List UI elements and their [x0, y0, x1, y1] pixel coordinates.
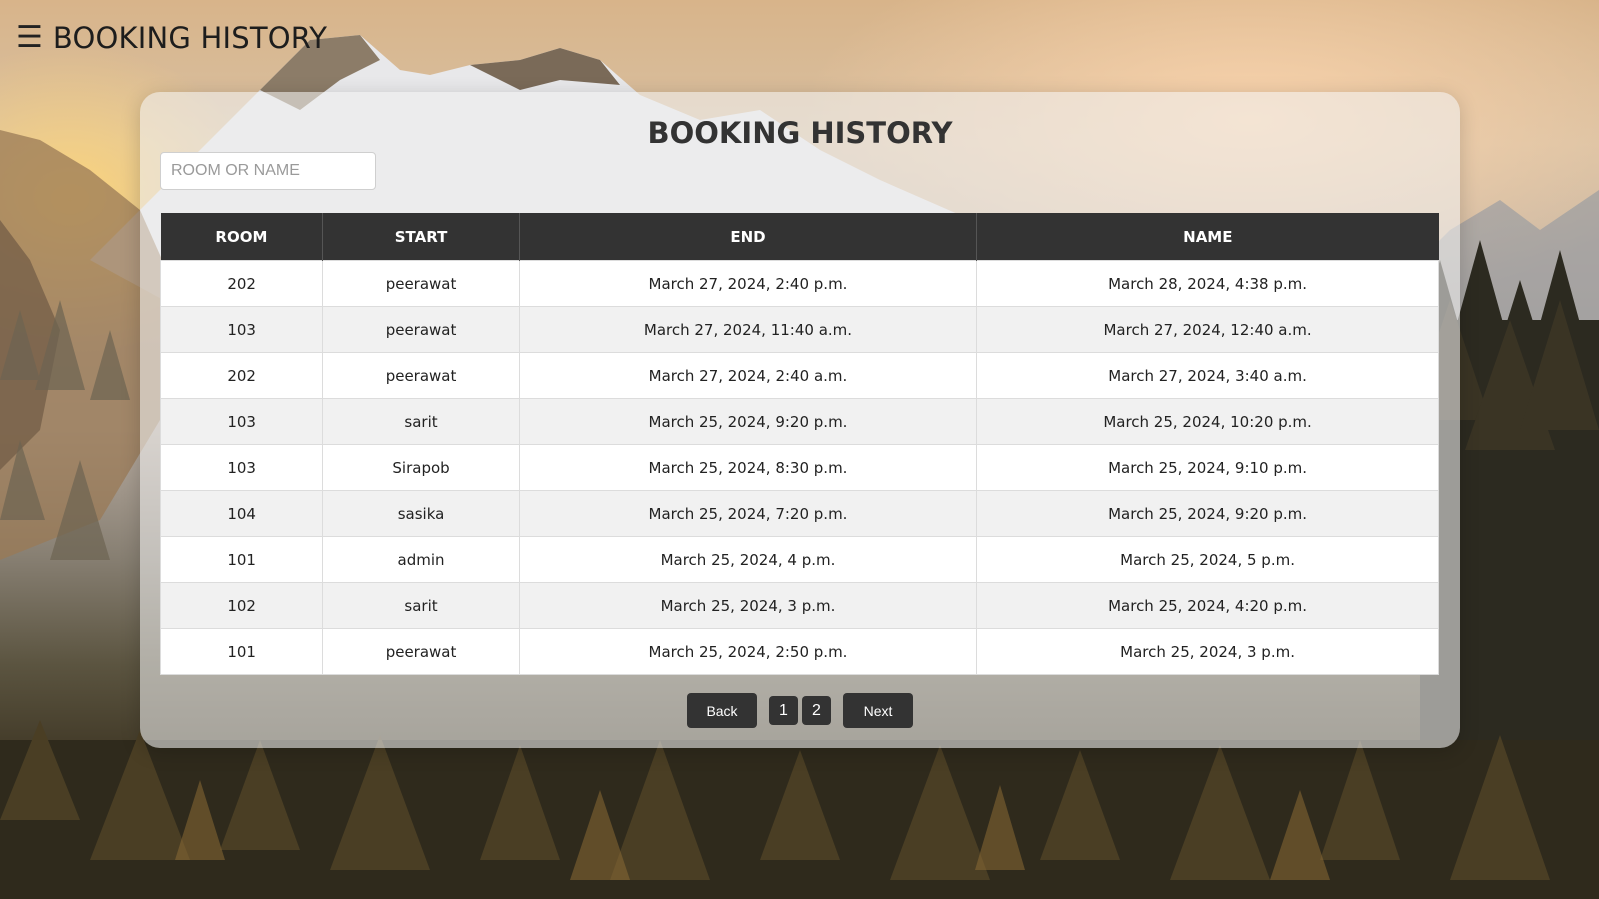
- cell-name: March 25, 2024, 5 p.m.: [976, 536, 1439, 583]
- table-row: 102 sarit March 25, 2024, 3 p.m. March 2…: [159, 582, 1439, 629]
- cell-room: 103: [159, 306, 324, 353]
- cell-start: peerawat: [322, 628, 520, 675]
- next-button[interactable]: Next: [843, 693, 913, 728]
- cell-end: March 25, 2024, 8:30 p.m.: [518, 444, 978, 491]
- back-button[interactable]: Back: [687, 693, 757, 728]
- cell-name: March 25, 2024, 3 p.m.: [976, 628, 1439, 675]
- cell-name: March 25, 2024, 10:20 p.m.: [976, 398, 1439, 445]
- cell-start: admin: [322, 536, 520, 583]
- hamburger-menu-icon[interactable]: ☰: [16, 23, 43, 53]
- header-title: BOOKING HISTORY: [52, 21, 328, 55]
- cell-end: March 25, 2024, 7:20 p.m.: [518, 490, 978, 537]
- column-header-end: END: [518, 213, 977, 261]
- cell-end: March 25, 2024, 4 p.m.: [518, 536, 978, 583]
- cell-start: peerawat: [322, 306, 520, 353]
- cell-room: 103: [159, 444, 324, 491]
- page-2-button[interactable]: 2: [802, 696, 831, 725]
- cell-room: 103: [159, 398, 324, 445]
- cell-room: 202: [159, 260, 324, 307]
- cell-name: March 27, 2024, 12:40 a.m.: [976, 306, 1439, 353]
- table-row: 104 sasika March 25, 2024, 7:20 p.m. Mar…: [159, 490, 1439, 537]
- cell-start: Sirapob: [322, 444, 520, 491]
- cell-room: 101: [159, 628, 324, 675]
- cell-room: 104: [159, 490, 324, 537]
- search-input[interactable]: [160, 152, 376, 190]
- column-header-start: START: [322, 213, 520, 261]
- cell-room: 101: [159, 536, 324, 583]
- cell-room: 102: [159, 582, 324, 629]
- cell-name: March 25, 2024, 9:10 p.m.: [976, 444, 1439, 491]
- table-header-row: ROOM START END NAME: [160, 213, 1439, 261]
- table-row: 101 admin March 25, 2024, 4 p.m. March 2…: [159, 536, 1439, 583]
- cell-name: March 25, 2024, 4:20 p.m.: [976, 582, 1439, 629]
- cell-end: March 25, 2024, 2:50 p.m.: [518, 628, 978, 675]
- cell-end: March 27, 2024, 2:40 a.m.: [518, 352, 978, 399]
- table-row: 103 peerawat March 27, 2024, 11:40 a.m. …: [159, 306, 1439, 353]
- cell-start: sarit: [322, 398, 520, 445]
- cell-end: March 27, 2024, 11:40 a.m.: [518, 306, 978, 353]
- table-header: ROOM START END NAME: [160, 213, 1439, 261]
- cell-name: March 25, 2024, 9:20 p.m.: [976, 490, 1439, 537]
- cell-start: sarit: [322, 582, 520, 629]
- cell-end: March 25, 2024, 9:20 p.m.: [518, 398, 978, 445]
- pagination: Back 1 2 Next: [140, 693, 1460, 728]
- table-row: 101 peerawat March 25, 2024, 2:50 p.m. M…: [159, 628, 1439, 675]
- table-row: 202 peerawat March 27, 2024, 2:40 p.m. M…: [159, 260, 1439, 307]
- cell-start: peerawat: [322, 352, 520, 399]
- page-1-button[interactable]: 1: [769, 696, 798, 725]
- top-header: ☰ BOOKING HISTORY: [16, 16, 327, 60]
- cell-start: peerawat: [322, 260, 520, 307]
- cell-start: sasika: [322, 490, 520, 537]
- booking-table: ROOM START END NAME 202 peerawat March 2…: [159, 213, 1439, 675]
- column-header-name: NAME: [976, 213, 1439, 261]
- table-body: 202 peerawat March 27, 2024, 2:40 p.m. M…: [159, 260, 1439, 675]
- cell-end: March 25, 2024, 3 p.m.: [518, 582, 978, 629]
- column-header-room: ROOM: [160, 213, 323, 261]
- table-row: 202 peerawat March 27, 2024, 2:40 a.m. M…: [159, 352, 1439, 399]
- page-title: BOOKING HISTORY: [647, 116, 953, 150]
- table-row: 103 Sirapob March 25, 2024, 8:30 p.m. Ma…: [159, 444, 1439, 491]
- table-row: 103 sarit March 25, 2024, 9:20 p.m. Marc…: [159, 398, 1439, 445]
- booking-history-card: BOOKING HISTORY ROOM START END NAME 202 …: [140, 92, 1460, 748]
- cell-room: 202: [159, 352, 324, 399]
- cell-name: March 27, 2024, 3:40 a.m.: [976, 352, 1439, 399]
- cell-name: March 28, 2024, 4:38 p.m.: [976, 260, 1439, 307]
- cell-end: March 27, 2024, 2:40 p.m.: [518, 260, 978, 307]
